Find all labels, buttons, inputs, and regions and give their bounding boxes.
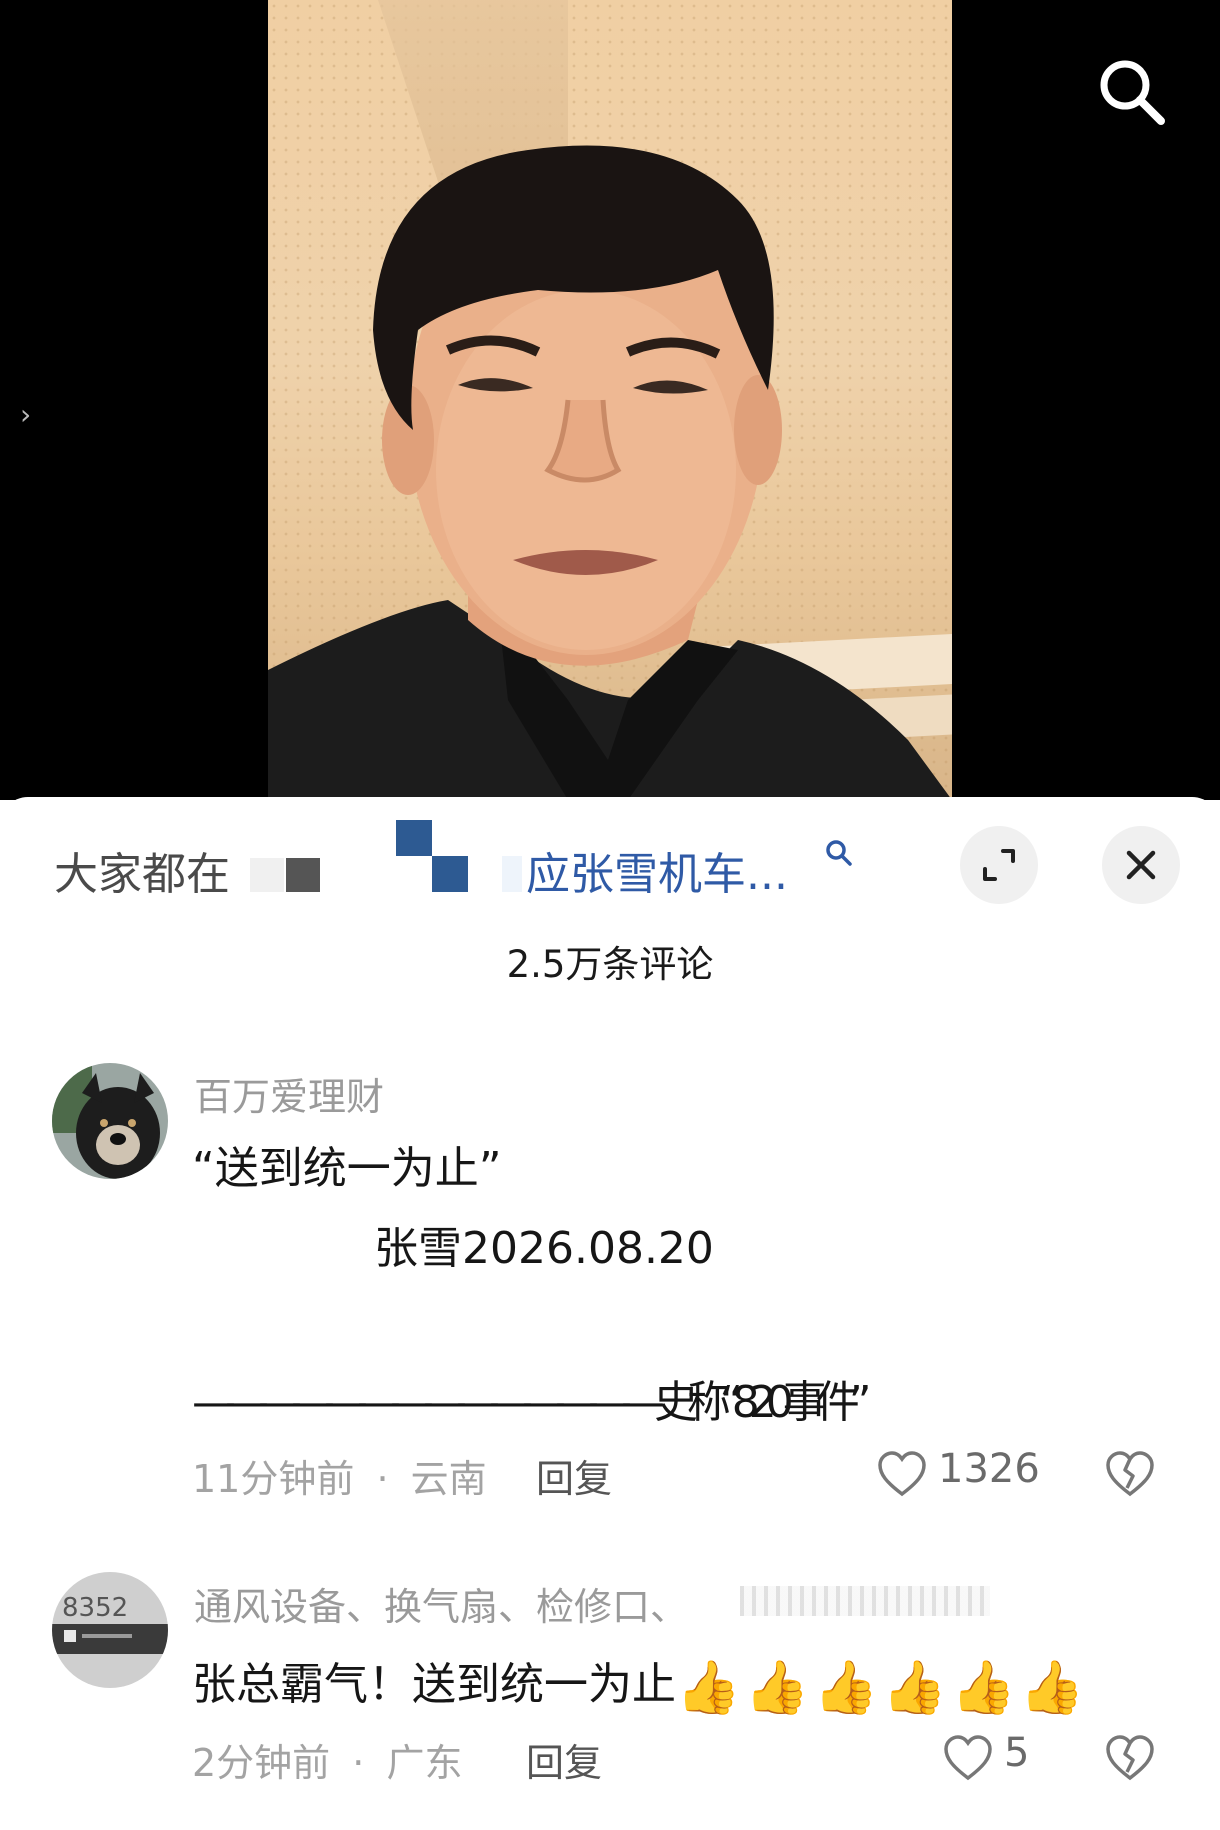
redacted-block bbox=[432, 856, 468, 892]
redacted-block bbox=[502, 856, 522, 892]
avatar[interactable]: 8352 bbox=[52, 1572, 168, 1688]
comment-count: 2.5万条评论 bbox=[506, 943, 714, 986]
close-button[interactable] bbox=[1102, 826, 1180, 904]
thumbs-up-emoji: 👍 bbox=[744, 1658, 810, 1718]
comment-username[interactable]: 通风设备、换气扇、检修口、 bbox=[194, 1576, 688, 1631]
video-frame bbox=[268, 0, 952, 800]
broken-heart-icon[interactable] bbox=[1104, 1734, 1156, 1782]
comment-text: 张总霸气！送到统一为止 bbox=[192, 1659, 676, 1710]
sign-avatar-image: 8352 bbox=[52, 1572, 168, 1688]
comment-text-line: ——————————————史称“820事件” bbox=[192, 1377, 872, 1428]
redacted-block bbox=[396, 820, 432, 856]
comment-location: 广东 bbox=[386, 1741, 463, 1785]
heart-icon[interactable] bbox=[876, 1450, 928, 1498]
comment-text-line: “送到统一为止” bbox=[192, 1143, 502, 1194]
reply-button[interactable]: 回复 bbox=[526, 1732, 602, 1787]
like-count: 5 bbox=[1004, 1730, 1030, 1776]
expand-icon bbox=[983, 849, 1015, 881]
dog-avatar-image bbox=[52, 1063, 168, 1179]
redacted-block bbox=[286, 858, 320, 892]
topic-suffix-text: 应张雪机车... bbox=[526, 849, 788, 900]
comment-text-line: 张雪2026.08.20 bbox=[374, 1223, 714, 1274]
redacted-block bbox=[250, 858, 284, 892]
close-icon bbox=[1126, 850, 1156, 880]
redacted-username-tail bbox=[740, 1586, 990, 1616]
meta-separator: · bbox=[352, 1741, 365, 1785]
search-icon[interactable] bbox=[1095, 55, 1167, 127]
comment-username[interactable]: 百万爱理财 bbox=[194, 1066, 384, 1121]
search-icon bbox=[826, 840, 852, 866]
thumbs-up-emoji: 👍 bbox=[882, 1658, 947, 1718]
thumbs-up-emoji: 👍 bbox=[813, 1658, 879, 1718]
comment-location: 云南 bbox=[410, 1457, 487, 1501]
comment-time: 2分钟前 bbox=[192, 1741, 331, 1785]
avatar[interactable] bbox=[52, 1063, 168, 1179]
comment-time: 11分钟前 bbox=[192, 1457, 355, 1501]
thumbs-up-emoji: 👍 bbox=[951, 1658, 1016, 1718]
topic-prefix-text: 大家都在 bbox=[54, 849, 230, 900]
like-count: 1326 bbox=[938, 1446, 1040, 1492]
broken-heart-icon[interactable] bbox=[1104, 1450, 1156, 1498]
expand-button[interactable] bbox=[960, 826, 1038, 904]
comment-meta: 11分钟前 · 云南 bbox=[192, 1448, 487, 1503]
speaker-figure bbox=[268, 145, 952, 800]
comment-meta: 2分钟前 · 广东 bbox=[192, 1732, 462, 1787]
heart-icon[interactable] bbox=[942, 1734, 994, 1782]
avatar-sign-text: 8352 bbox=[62, 1593, 128, 1623]
meta-separator: · bbox=[376, 1457, 389, 1501]
trending-topic-link[interactable]: 大家都在 应张雪机车... bbox=[54, 820, 874, 900]
thumbs-up-emoji: 👍 bbox=[1019, 1658, 1085, 1718]
reply-button[interactable]: 回复 bbox=[536, 1448, 612, 1503]
chevron-right-icon[interactable]: › bbox=[20, 400, 44, 430]
comment-text-line: 张总霸气！送到统一为止👍👍👍👍👍👍 bbox=[192, 1648, 1089, 1714]
thumbs-up-emoji: 👍 bbox=[676, 1658, 741, 1718]
video-player[interactable]: › bbox=[0, 0, 1220, 800]
